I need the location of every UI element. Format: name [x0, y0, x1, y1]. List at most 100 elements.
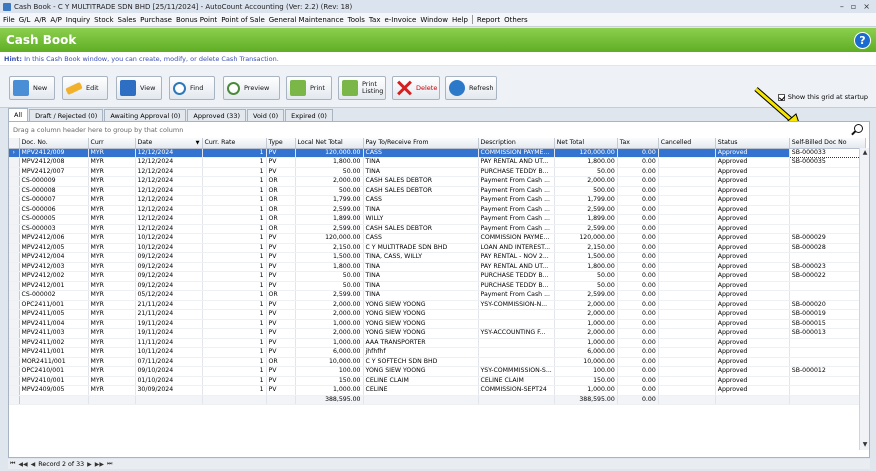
- row-indicator[interactable]: [9, 243, 20, 253]
- table-cell[interactable]: PV: [266, 167, 296, 177]
- menu-tools[interactable]: Tools: [348, 16, 365, 24]
- table-cell[interactable]: PV: [266, 366, 296, 377]
- table-row[interactable]: MPV2412/002 MYR 09/12/2024 1 PV 50.00 TINA PURC…: [9, 271, 866, 282]
- table-cell[interactable]: OR: [266, 214, 296, 225]
- col-pay-to[interactable]: Pay To/Receive From: [363, 138, 479, 149]
- table-cell[interactable]: 1,000.00: [295, 338, 364, 348]
- table-cell[interactable]: OR: [266, 290, 296, 301]
- table-cell[interactable]: 1,800.00: [295, 157, 364, 168]
- table-cell[interactable]: MYR: [88, 148, 136, 158]
- table-cell[interactable]: Approved: [715, 385, 790, 396]
- table-cell[interactable]: 09/12/2024: [135, 271, 203, 282]
- table-cell[interactable]: Approved: [715, 319, 790, 329]
- table-cell[interactable]: [789, 281, 866, 291]
- table-row[interactable]: MPV2412/008 MYR 12/12/2024 1 PV 1,800.00 TINA P…: [9, 157, 866, 168]
- last-record-icon[interactable]: ⏭: [107, 460, 112, 468]
- print-button[interactable]: Print: [286, 76, 332, 100]
- table-cell[interactable]: 21/11/2024: [135, 300, 203, 310]
- table-cell[interactable]: CS-000005: [19, 214, 89, 225]
- table-cell[interactable]: [658, 290, 716, 301]
- table-cell[interactable]: COMMISSION PAYME...: [478, 148, 555, 158]
- table-cell[interactable]: CASS: [363, 148, 479, 158]
- tab-void[interactable]: Void (0): [247, 109, 285, 121]
- table-cell[interactable]: MYR: [88, 243, 136, 253]
- table-cell[interactable]: OPC2411/001: [19, 300, 89, 310]
- table-cell[interactable]: Approved: [715, 262, 790, 272]
- row-indicator[interactable]: [9, 357, 20, 367]
- table-cell[interactable]: 10/11/2024: [135, 347, 203, 358]
- table-cell[interactable]: [658, 328, 716, 339]
- table-cell[interactable]: COMMISSION PAYME...: [478, 233, 555, 244]
- table-cell[interactable]: 1: [202, 271, 267, 282]
- table-cell[interactable]: MYR: [88, 357, 136, 367]
- table-cell[interactable]: [478, 357, 555, 367]
- table-cell[interactable]: 30/09/2024: [135, 385, 203, 396]
- table-cell[interactable]: 50.00: [554, 281, 618, 291]
- table-cell[interactable]: 1: [202, 328, 267, 339]
- table-cell[interactable]: MYR: [88, 176, 136, 187]
- table-cell[interactable]: [478, 309, 555, 320]
- table-cell[interactable]: Approved: [715, 148, 790, 158]
- table-cell[interactable]: MYR: [88, 376, 136, 386]
- row-indicator[interactable]: [9, 376, 20, 386]
- row-indicator[interactable]: [9, 167, 20, 177]
- table-cell[interactable]: 09/10/2024: [135, 366, 203, 377]
- table-row[interactable]: CS-000002 MYR 05/12/2024 1 OR 2,599.00 TINA Pay…: [9, 290, 866, 301]
- table-cell[interactable]: 1: [202, 233, 267, 244]
- table-cell[interactable]: PV: [266, 252, 296, 263]
- table-cell[interactable]: 2,599.00: [295, 224, 364, 234]
- table-cell[interactable]: OR: [266, 357, 296, 367]
- table-cell[interactable]: 0.00: [617, 262, 659, 272]
- table-cell[interactable]: TINA: [363, 290, 479, 301]
- table-cell[interactable]: CS-000002: [19, 290, 89, 301]
- table-cell[interactable]: [658, 167, 716, 177]
- table-cell[interactable]: 1: [202, 176, 267, 187]
- table-cell[interactable]: [789, 214, 866, 225]
- table-cell[interactable]: 19/11/2024: [135, 319, 203, 329]
- table-cell[interactable]: Approved: [715, 176, 790, 187]
- view-button[interactable]: View: [116, 76, 162, 100]
- table-cell[interactable]: 50.00: [295, 281, 364, 291]
- table-cell[interactable]: MYR: [88, 205, 136, 215]
- table-cell[interactable]: 0.00: [617, 366, 659, 377]
- preview-button[interactable]: Preview: [223, 76, 280, 100]
- table-cell[interactable]: [789, 252, 866, 263]
- table-cell[interactable]: 1: [202, 195, 267, 206]
- table-cell[interactable]: OR: [266, 186, 296, 196]
- table-cell[interactable]: 12/12/2024: [135, 176, 203, 187]
- col-tax[interactable]: Tax: [617, 138, 659, 149]
- table-row[interactable]: › MPV2412/009 MYR 12/12/2024 1 PV 120,000.00 CA…: [9, 147, 866, 158]
- table-cell[interactable]: [789, 376, 866, 386]
- table-cell[interactable]: Approved: [715, 347, 790, 358]
- table-cell[interactable]: Payment From Cash ...: [478, 205, 555, 215]
- table-cell[interactable]: 12/12/2024: [135, 157, 203, 168]
- table-cell[interactable]: MOR2411/001: [19, 357, 89, 367]
- table-cell[interactable]: 120,000.00: [554, 148, 618, 158]
- table-row[interactable]: OPC2410/001 MYR 09/10/2024 1 PV 100.00 YONG SI…: [9, 366, 866, 377]
- table-cell[interactable]: Payment From Cash ...: [478, 195, 555, 206]
- table-cell[interactable]: [658, 309, 716, 320]
- tab-approved[interactable]: Approved (33): [187, 109, 246, 121]
- table-cell[interactable]: SB-000023: [789, 262, 866, 272]
- delete-button[interactable]: Delete: [392, 76, 440, 100]
- table-cell[interactable]: PAY RENTAL AND UT...: [478, 157, 555, 168]
- table-cell[interactable]: Approved: [715, 233, 790, 244]
- table-cell[interactable]: SB-000028: [789, 243, 866, 253]
- table-cell[interactable]: 09/12/2024: [135, 281, 203, 291]
- table-cell[interactable]: Approved: [715, 167, 790, 177]
- maximize-icon[interactable]: ▫: [851, 2, 856, 11]
- minimize-icon[interactable]: –: [840, 2, 844, 11]
- table-cell[interactable]: TINA, CASS, WILLY: [363, 252, 479, 263]
- table-cell[interactable]: 6,000.00: [554, 347, 618, 358]
- row-indicator[interactable]: [9, 214, 20, 225]
- table-cell[interactable]: YSY-COMMMISSION-S...: [478, 366, 555, 377]
- col-doc-no[interactable]: Doc. No.: [19, 138, 89, 149]
- table-cell[interactable]: MPV2411/002: [19, 338, 89, 348]
- table-row[interactable]: MPV2412/005 MYR 10/12/2024 1 PV 2,150.00 C Y M…: [9, 243, 866, 253]
- table-cell[interactable]: 1,799.00: [554, 195, 618, 206]
- next-page-icon[interactable]: ▶▶: [95, 461, 104, 468]
- table-cell[interactable]: MYR: [88, 271, 136, 282]
- table-cell[interactable]: 10/12/2024: [135, 233, 203, 244]
- table-cell[interactable]: 1,000.00: [295, 319, 364, 329]
- table-cell[interactable]: 2,150.00: [554, 243, 618, 253]
